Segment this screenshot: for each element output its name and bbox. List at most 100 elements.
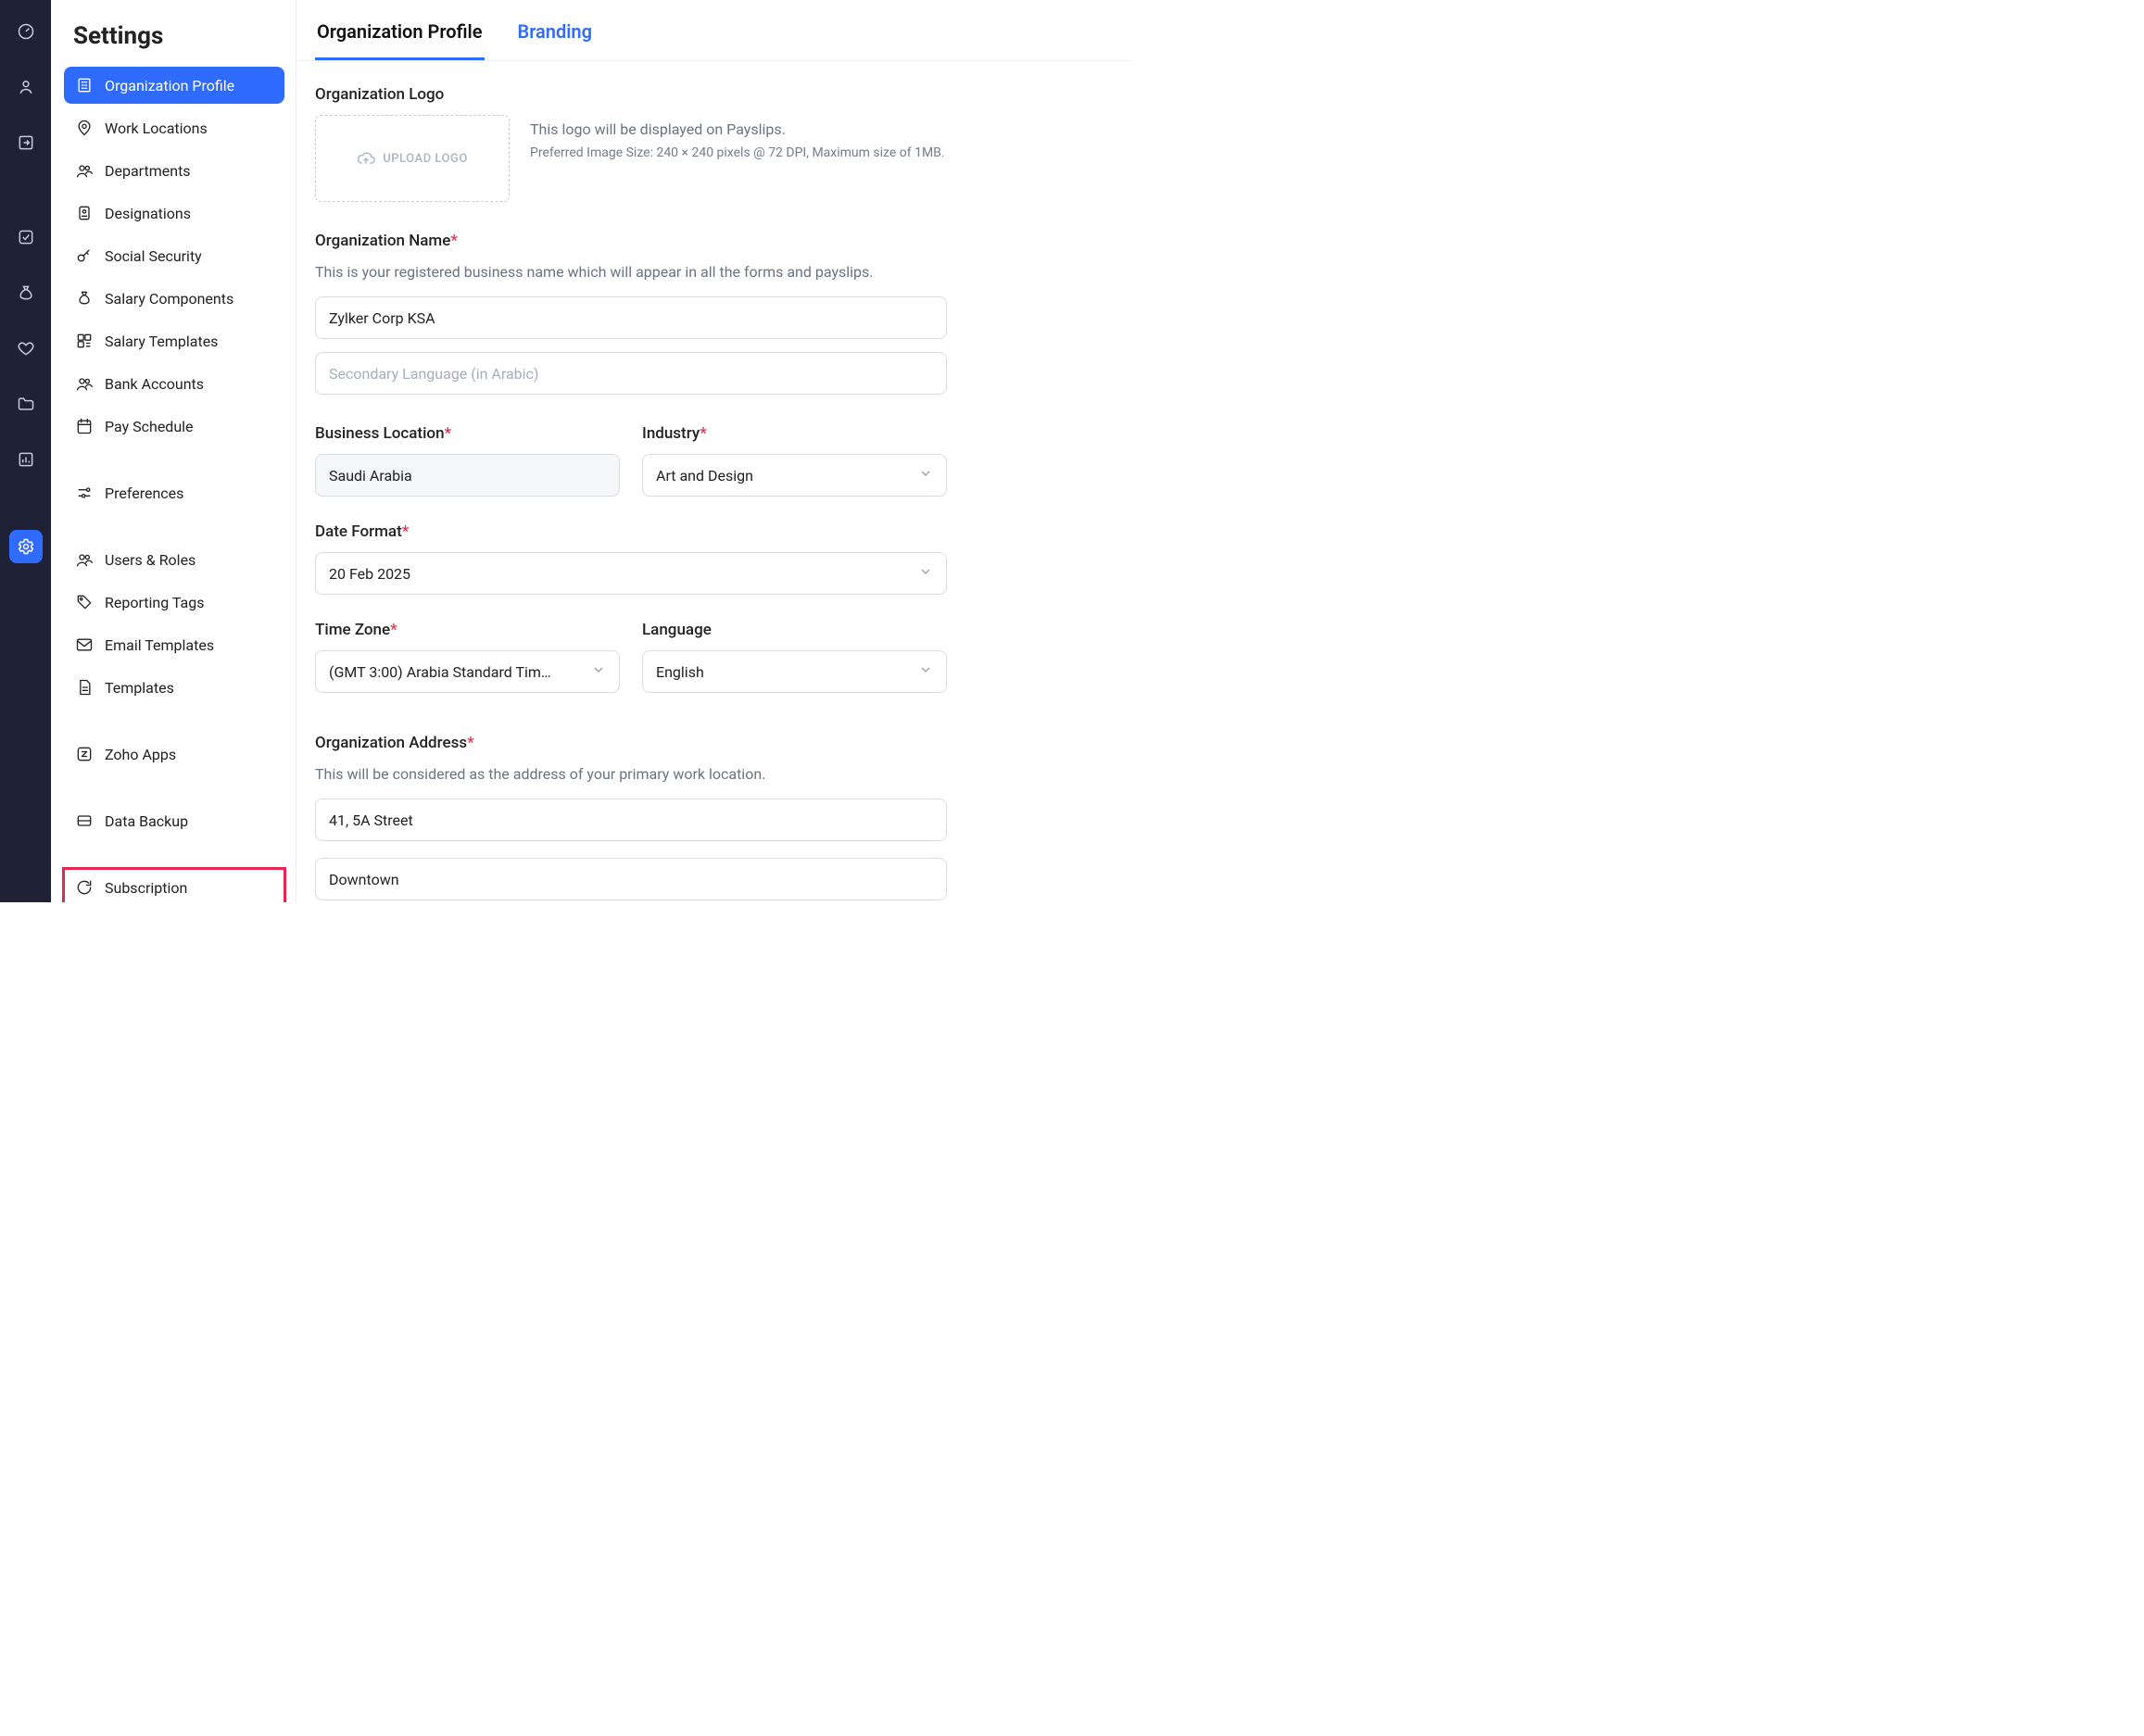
rail-people[interactable] — [9, 70, 43, 104]
key-icon — [75, 246, 94, 265]
heart-icon — [17, 339, 35, 358]
arrow-box-icon — [17, 133, 35, 152]
rail-settings[interactable] — [9, 530, 43, 563]
sidebar-item-label: Designations — [105, 205, 191, 222]
rail-approvals[interactable] — [9, 220, 43, 254]
sidebar-item-label: Departments — [105, 162, 191, 180]
sidebar-item-zoho-apps[interactable]: Zoho Apps — [64, 736, 284, 773]
tabs: Organization Profile Branding — [296, 4, 1130, 61]
address-line1-input[interactable] — [315, 799, 947, 841]
sidebar-item-label: Preferences — [105, 484, 183, 502]
industry-label: Industry* — [642, 424, 947, 443]
sidebar-item-salary-templates[interactable]: Salary Templates — [64, 322, 284, 359]
rail-benefits[interactable] — [9, 332, 43, 365]
address-label: Organization Address* — [315, 734, 1112, 752]
file-icon — [75, 678, 94, 697]
org-name-help: This is your registered business name wh… — [315, 261, 1112, 283]
chevron-down-icon — [918, 466, 933, 484]
sidebar-item-label: Email Templates — [105, 636, 214, 654]
timezone-label: Time Zone* — [315, 621, 620, 639]
sidebar-item-social-security[interactable]: Social Security — [64, 237, 284, 274]
mail-icon — [75, 635, 94, 654]
sidebar-item-templates[interactable]: Templates — [64, 669, 284, 706]
users-icon — [75, 161, 94, 180]
money-bag-icon — [17, 283, 35, 302]
sidebar-item-subscription[interactable]: Subscription — [64, 869, 284, 902]
logo-label: Organization Logo — [315, 85, 1112, 104]
sidebar-item-work-locations[interactable]: Work Locations — [64, 109, 284, 146]
rail-loans[interactable] — [9, 276, 43, 309]
gauge-icon — [17, 22, 35, 41]
industry-select[interactable]: Art and Design — [642, 454, 947, 497]
language-select[interactable]: English — [642, 650, 947, 693]
upload-logo-button[interactable]: UPLOAD LOGO — [315, 115, 510, 202]
sidebar-item-label: Zoho Apps — [105, 746, 176, 763]
chevron-down-icon — [918, 662, 933, 681]
address-line2-input[interactable] — [315, 858, 947, 900]
refresh-icon — [75, 878, 94, 897]
sidebar-item-salary-components[interactable]: Salary Components — [64, 280, 284, 317]
logo-hint-2: Preferred Image Size: 240 × 240 pixels @… — [530, 145, 945, 160]
sidebar-item-label: Salary Components — [105, 290, 233, 308]
sidebar-item-label: Work Locations — [105, 120, 208, 137]
database-icon — [75, 811, 94, 830]
sidebar-item-label: Social Security — [105, 247, 202, 265]
main-content: Organization Profile Branding Organizati… — [296, 0, 1130, 902]
sidebar-item-label: Organization Profile — [105, 77, 234, 94]
sidebar-item-label: Pay Schedule — [105, 418, 194, 435]
money-bag-icon — [75, 289, 94, 308]
check-box-icon — [17, 228, 35, 246]
template-icon — [75, 332, 94, 350]
icon-rail — [0, 0, 51, 902]
rail-documents[interactable] — [9, 387, 43, 421]
sidebar-item-organization-profile[interactable]: Organization Profile — [64, 67, 284, 104]
sidebar-item-users-roles[interactable]: Users & Roles — [64, 541, 284, 578]
chevron-down-icon — [918, 564, 933, 583]
sidebar-item-designations[interactable]: Designations — [64, 195, 284, 232]
cloud-upload-icon — [357, 149, 375, 168]
sidebar-item-pay-schedule[interactable]: Pay Schedule — [64, 408, 284, 445]
sidebar-item-preferences[interactable]: Preferences — [64, 474, 284, 511]
language-label: Language — [642, 621, 947, 639]
org-name-label: Organization Name* — [315, 232, 1112, 250]
sidebar-item-label: Subscription — [105, 879, 187, 897]
sidebar-item-label: Templates — [105, 679, 174, 697]
logo-hint-1: This logo will be displayed on Payslips. — [530, 120, 945, 138]
settings-sidebar: Settings Organization Profile Work Locati… — [51, 0, 296, 902]
sidebar-item-data-backup[interactable]: Data Backup — [64, 802, 284, 839]
business-location-label: Business Location* — [315, 424, 620, 443]
sidebar-item-email-templates[interactable]: Email Templates — [64, 626, 284, 663]
timezone-select[interactable]: (GMT 3:00) Arabia Standard Tim… — [315, 650, 620, 693]
tag-icon — [75, 593, 94, 611]
gear-icon — [17, 537, 35, 556]
rail-reports[interactable] — [9, 443, 43, 476]
secondary-language-input[interactable] — [315, 352, 947, 395]
date-format-label: Date Format* — [315, 522, 947, 541]
person-icon — [17, 78, 35, 96]
sidebar-item-reporting-tags[interactable]: Reporting Tags — [64, 584, 284, 621]
tab-branding[interactable]: Branding — [516, 4, 594, 60]
page-title: Settings — [64, 19, 284, 67]
sidebar-item-bank-accounts[interactable]: Bank Accounts — [64, 365, 284, 402]
rail-dashboard[interactable] — [9, 15, 43, 48]
org-name-input[interactable] — [315, 296, 947, 339]
sidebar-item-label: Salary Templates — [105, 333, 218, 350]
sidebar-item-departments[interactable]: Departments — [64, 152, 284, 189]
users-icon — [75, 550, 94, 569]
users-icon — [75, 374, 94, 393]
address-help: This will be considered as the address o… — [315, 763, 1112, 786]
sidebar-item-label: Users & Roles — [105, 551, 195, 569]
map-pin-icon — [75, 119, 94, 137]
folder-icon — [17, 395, 35, 413]
tab-organization-profile[interactable]: Organization Profile — [315, 4, 485, 60]
sidebar-item-label: Data Backup — [105, 812, 188, 830]
building-icon — [75, 76, 94, 94]
calendar-icon — [75, 417, 94, 435]
sidebar-item-label: Reporting Tags — [105, 594, 204, 611]
rail-payruns[interactable] — [9, 126, 43, 159]
id-badge-icon — [75, 204, 94, 222]
z-app-icon — [75, 745, 94, 763]
date-format-select[interactable]: 20 Feb 2025 — [315, 552, 947, 595]
chevron-down-icon — [591, 662, 606, 681]
upload-logo-label: UPLOAD LOGO — [383, 152, 468, 166]
